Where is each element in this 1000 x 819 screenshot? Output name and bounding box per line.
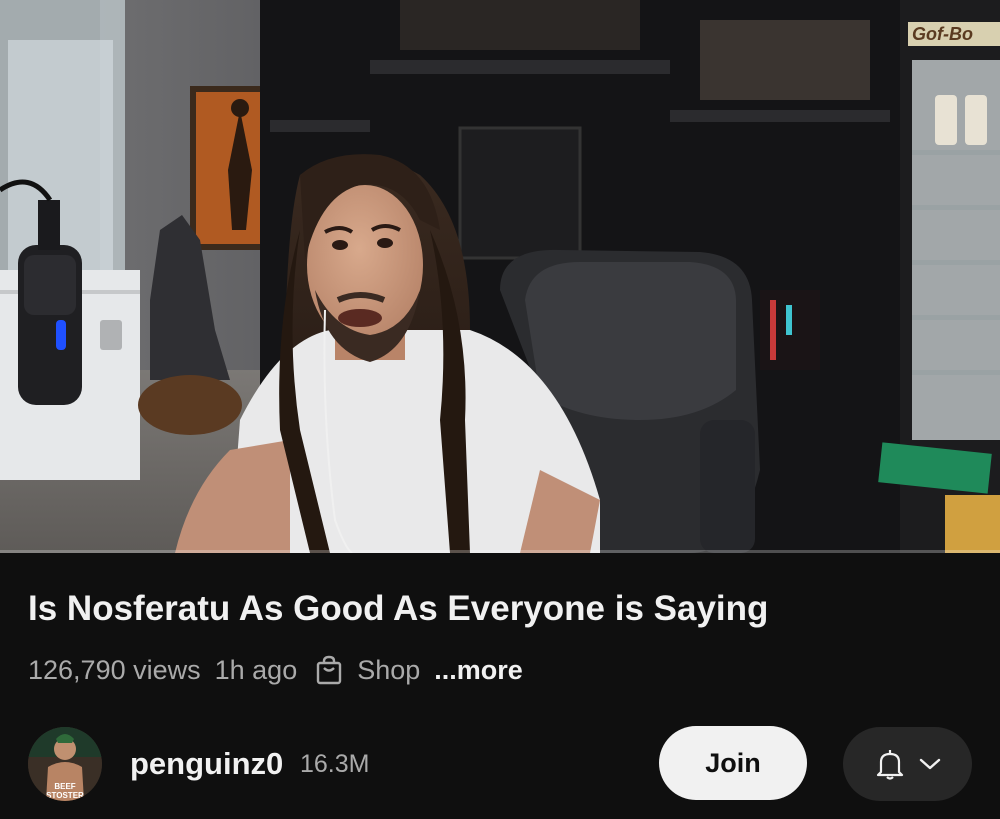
shop-link[interactable]: Shop [315, 655, 420, 686]
video-frame: Gof-Bo [0, 0, 1000, 553]
bell-icon [876, 749, 903, 780]
channel-avatar[interactable]: BEEF STOSTER [28, 727, 102, 801]
video-player[interactable]: Gof-Bo [0, 0, 1000, 553]
video-metadata[interactable]: 126,790 views 1h ago Shop ...more [28, 648, 523, 692]
avatar-text-1: BEEF [54, 782, 75, 791]
avatar-image: BEEF STOSTER [28, 727, 102, 801]
upload-age: 1h ago [214, 654, 298, 685]
video-title[interactable]: Is Nosferatu As Good As Everyone is Sayi… [28, 585, 968, 633]
channel-name[interactable]: penguinz0 [130, 746, 283, 782]
join-button[interactable]: Join [659, 726, 807, 800]
more-button[interactable]: ...more [434, 655, 523, 686]
shop-label: Shop [357, 654, 421, 685]
subscriber-count: 16.3M [300, 750, 370, 778]
shopping-bag-icon [317, 655, 342, 685]
view-count: 126,790 views [28, 654, 201, 685]
chevron-down-icon [919, 758, 940, 770]
channel-row: BEEF STOSTER penguinz0 16.3M Join [0, 720, 1000, 810]
notification-button[interactable] [843, 727, 972, 801]
video-progress-bar[interactable] [0, 550, 1000, 553]
store-sign: Gof-Bo [912, 24, 973, 44]
avatar-text-2: STOSTER [46, 791, 84, 800]
